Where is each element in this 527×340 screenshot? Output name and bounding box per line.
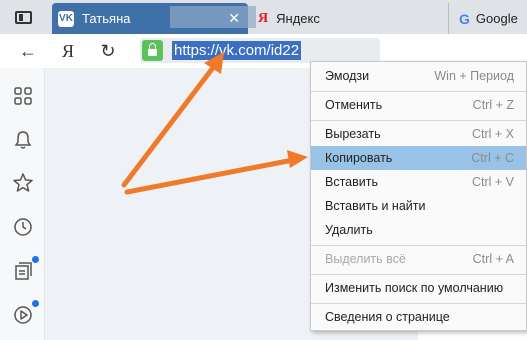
menu-item-shortcut: Win + Период [434,69,514,83]
grid-icon[interactable] [12,85,34,107]
menu-item-delete[interactable]: Удалить [311,218,526,242]
menu-item-label: Эмодзи [325,69,370,83]
menu-item-label: Удалить [325,223,373,237]
menu-item-cut[interactable]: Вырезать Ctrl + X [311,122,526,146]
menu-item-change-default-search[interactable]: Изменить поиск по умолчанию [311,276,526,300]
google-favicon-icon: G [459,10,470,27]
menu-item-label: Изменить поиск по умолчанию [325,281,504,295]
sidebar-toggle-button[interactable] [6,4,40,30]
play-icon[interactable] [12,304,34,326]
tab-bar: VK Татьяна ✕ Я Яндекс G Google [0,0,527,34]
address-bar[interactable]: https://vk.com/id22 [140,38,380,63]
back-arrow-icon: ← [19,40,37,61]
menu-item-shortcut: Ctrl + X [471,127,514,141]
history-clock-icon[interactable] [12,216,34,238]
menu-item-label: Вставить [325,175,378,189]
menu-separator [311,120,526,121]
menu-item-emoji[interactable]: Эмодзи Win + Период [311,64,526,88]
url-text[interactable]: https://vk.com/id22 [172,41,302,60]
blurred-name [170,6,256,28]
menu-separator [311,303,526,304]
collections-icon[interactable] [12,260,34,282]
reload-icon: ↻ [100,40,116,61]
notification-dot [32,256,39,263]
menu-item-label: Копировать [325,151,393,165]
menu-item-undo[interactable]: Отменить Ctrl + Z [311,93,526,117]
notification-dot [32,300,39,307]
menu-item-label: Отменить [325,98,383,112]
menu-separator [311,245,526,246]
tab-vk[interactable]: VK Татьяна ✕ [52,3,256,34]
menu-item-label: Сведения о странице [325,310,450,324]
tab-title: Татьяна [82,11,131,26]
tab-google[interactable]: G Google [448,3,527,34]
menu-item-shortcut: Ctrl + V [471,175,514,189]
left-sidebar [0,68,45,340]
yandex-button[interactable]: Я [55,39,81,63]
tab-title: Яндекс [276,11,320,26]
menu-separator [311,91,526,92]
back-button[interactable]: ← [15,39,41,63]
lock-icon[interactable] [142,40,163,61]
vk-favicon-icon: VK [58,10,74,27]
menu-separator [311,274,526,275]
menu-item-paste[interactable]: Вставить Ctrl + V [311,170,526,194]
yandex-logo-icon: Я [61,40,74,61]
context-menu: Эмодзи Win + Период Отменить Ctrl + Z Вы… [310,61,527,331]
menu-item-select-all[interactable]: Выделить всё Ctrl + A [311,247,526,271]
menu-item-page-info[interactable]: Сведения о странице [311,305,526,329]
menu-item-label: Вставить и найти [325,199,426,213]
star-icon[interactable] [12,172,34,194]
menu-item-shortcut: Ctrl + A [472,252,514,266]
sidebar-toggle-icon [14,10,32,24]
menu-item-shortcut: Ctrl + Z [472,98,514,112]
menu-item-copy[interactable]: Копировать Ctrl + C [311,146,526,170]
tab-close-icon[interactable]: ✕ [228,10,240,27]
reload-button[interactable]: ↻ [95,39,121,63]
tab-yandex[interactable]: Я Яндекс [252,3,442,34]
bell-icon[interactable] [12,129,34,151]
menu-item-label: Вырезать [325,127,381,141]
menu-item-paste-and-search[interactable]: Вставить и найти [311,194,526,218]
yandex-favicon-icon: Я [258,10,269,26]
menu-item-shortcut: Ctrl + C [471,151,514,165]
menu-item-label: Выделить всё [325,252,406,266]
tab-title: Google [475,11,518,26]
